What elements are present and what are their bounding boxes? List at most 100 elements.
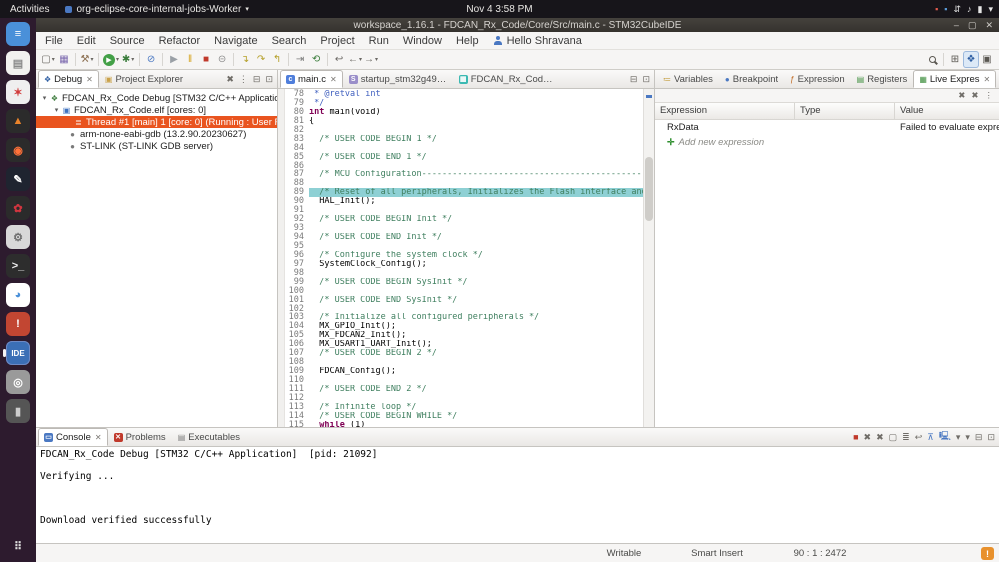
menu-help[interactable]: Help: [449, 34, 486, 48]
dock-item-text-editor[interactable]: ✎: [3, 166, 33, 192]
code-line[interactable]: 83 /* USER CODE BEGIN 1 */: [285, 135, 643, 144]
editor-tab-main-c[interactable]: cmain.c✕: [280, 70, 343, 88]
minimize-view-icon[interactable]: ⊟: [630, 74, 638, 85]
remove-all-launches-icon[interactable]: ✖: [876, 432, 884, 443]
remove-expression-icon[interactable]: ✖: [958, 90, 965, 101]
code-line[interactable]: 94 /* USER CODE END Init */: [285, 233, 643, 242]
app-menu[interactable]: org-eclipse-core-internal-jobs-Worker ▾: [59, 4, 254, 15]
remove-launch-icon[interactable]: ✖: [864, 432, 872, 443]
c-cpp-perspective-button[interactable]: ▣: [979, 51, 995, 68]
editor-tab-fdcan-rx-code-ioc[interactable]: ▦FDCAN_Rx_Code.ioc: [453, 70, 563, 88]
code-line[interactable]: 101 /* USER CODE END SysInit */: [285, 296, 643, 305]
code-line[interactable]: 104 MX_GPIO_Init();: [285, 322, 643, 331]
dock-item-media-app[interactable]: ✶: [3, 79, 33, 105]
step-over-button[interactable]: ↷: [253, 51, 269, 68]
build-button[interactable]: ⚒▾: [79, 51, 95, 68]
console-tab-console[interactable]: ▭Console✕: [38, 428, 108, 446]
tree-item-thread-1-main-1-core-0-running[interactable]: ≣Thread #1 [main] 1 [core: 0] (Running :…: [36, 116, 277, 128]
notification-icon[interactable]: !: [981, 547, 994, 560]
debug-tab-project-explorer[interactable]: ▣Project Explorer: [99, 70, 189, 88]
open-console-caret-icon[interactable]: ▾: [965, 432, 970, 443]
maximize-view-icon[interactable]: ⊡: [987, 432, 995, 443]
battery-icon[interactable]: ▮: [978, 0, 983, 18]
dock-item-notes[interactable]: ▤: [3, 50, 33, 76]
code-line[interactable]: 97 SystemClock_Config();: [285, 260, 643, 269]
expression-row[interactable]: RxDataFailed to evaluate expression: [655, 120, 999, 135]
code-line[interactable]: 93: [285, 224, 643, 233]
code-line[interactable]: 109 FDCAN_Config();: [285, 367, 643, 376]
menu-run[interactable]: Run: [362, 34, 396, 48]
disconnect-button[interactable]: ⊝: [214, 51, 230, 68]
expander-icon[interactable]: ▾: [52, 106, 61, 114]
code-line[interactable]: 96 /* Configure the system clock */: [285, 251, 643, 260]
column-header-expression[interactable]: Expression: [655, 103, 795, 119]
menu-source[interactable]: Source: [103, 34, 152, 48]
terminate-button[interactable]: ■: [198, 51, 214, 68]
code-line[interactable]: 100: [285, 287, 643, 296]
code-line[interactable]: 99 /* USER CODE BEGIN SysInit */: [285, 278, 643, 287]
terminate-console-icon[interactable]: ■: [853, 432, 858, 442]
volume-icon[interactable]: ♪: [967, 0, 972, 18]
dock-item-terminal[interactable]: >_: [3, 253, 33, 279]
code-line[interactable]: 79 */: [285, 99, 643, 108]
new-wizard-button[interactable]: ▢▾: [40, 51, 56, 68]
menu-refactor[interactable]: Refactor: [152, 34, 208, 48]
save-button[interactable]: ▦: [56, 51, 72, 68]
code-line[interactable]: 103 /* Initialize all configured periphe…: [285, 313, 643, 322]
scroll-lock-icon[interactable]: ≣: [902, 432, 910, 443]
close-button[interactable]: ✕: [985, 20, 993, 31]
dock-item-usb-tool[interactable]: ▮: [3, 398, 33, 424]
dock-item-files[interactable]: ≡: [3, 21, 33, 47]
dock-item-chromium[interactable]: ◕: [3, 282, 33, 308]
system-caret-icon[interactable]: ▾: [988, 0, 993, 18]
code-line[interactable]: 89 /* Reset of all peripherals, Initiali…: [285, 188, 643, 197]
menu-file[interactable]: File: [38, 34, 70, 48]
status-cursor-position[interactable]: 90 : 1 : 2472: [772, 548, 868, 559]
forward-button[interactable]: →▾: [363, 51, 379, 68]
minimize-view-icon[interactable]: ⊟: [253, 74, 261, 85]
window-titlebar[interactable]: workspace_1.16.1 - FDCAN_Rx_Code/Core/Sr…: [36, 18, 999, 32]
column-header-type[interactable]: Type: [795, 103, 895, 119]
resume-button[interactable]: ▶: [166, 51, 182, 68]
code-editor[interactable]: 78 * @retval int79 */80int main(void)81{…: [285, 89, 643, 427]
code-line[interactable]: 80int main(void): [285, 108, 643, 117]
dock-item-cherrytree[interactable]: ✿: [3, 195, 33, 221]
open-perspective-button[interactable]: ⊞: [947, 51, 963, 68]
user-menu[interactable]: Hello Shravana: [486, 35, 590, 47]
indicator-blue-icon[interactable]: ▪: [944, 0, 947, 18]
expander-icon[interactable]: ▾: [40, 94, 49, 102]
code-line[interactable]: 86: [285, 162, 643, 171]
view-menu-icon[interactable]: ⋮: [239, 74, 248, 85]
back-button[interactable]: ←▾: [347, 51, 363, 68]
console-tab-executables[interactable]: ▤Executables: [172, 428, 246, 446]
column-header-value[interactable]: Value: [895, 103, 999, 119]
menu-edit[interactable]: Edit: [70, 34, 103, 48]
code-line[interactable]: 105 MX_FDCAN2_Init();: [285, 331, 643, 340]
view-menu-icon[interactable]: ⋮: [985, 90, 994, 101]
code-line[interactable]: 90 HAL_Init();: [285, 197, 643, 206]
remove-all-terminated-icon[interactable]: ✖: [226, 74, 234, 85]
code-line[interactable]: 87 /* MCU Configuration-----------------…: [285, 170, 643, 179]
restart-button[interactable]: ⟲: [308, 51, 324, 68]
code-line[interactable]: 112: [285, 394, 643, 403]
launch-debug-button[interactable]: ✱▾: [120, 51, 136, 68]
step-return-button[interactable]: ↰: [269, 51, 285, 68]
search-button[interactable]: [924, 51, 940, 68]
code-line[interactable]: 113 /* Infinite loop */: [285, 403, 643, 412]
menu-search[interactable]: Search: [265, 34, 314, 48]
step-into-button[interactable]: ↴: [237, 51, 253, 68]
code-line[interactable]: 108: [285, 358, 643, 367]
dock-item-downloader[interactable]: ▲: [3, 108, 33, 134]
maximize-button[interactable]: ▢: [968, 20, 977, 31]
expressions-tab-breakpoint[interactable]: ●Breakpoint: [719, 70, 784, 88]
expressions-table-header[interactable]: ExpressionTypeValue: [655, 103, 999, 120]
close-icon[interactable]: ✕: [86, 75, 93, 84]
expressions-tab-registers[interactable]: ▤Registers: [851, 70, 914, 88]
dock-item-screenshot[interactable]: ◎: [3, 369, 33, 395]
code-line[interactable]: 98: [285, 269, 643, 278]
activities-button[interactable]: Activities: [0, 4, 59, 15]
word-wrap-icon[interactable]: ↩: [915, 432, 923, 443]
close-icon[interactable]: ✕: [95, 433, 102, 442]
code-line[interactable]: 88: [285, 179, 643, 188]
tree-item-fdcan-rx-code-elf-cores-0[interactable]: ▾▣FDCAN_Rx_Code.elf [cores: 0]: [36, 104, 277, 116]
